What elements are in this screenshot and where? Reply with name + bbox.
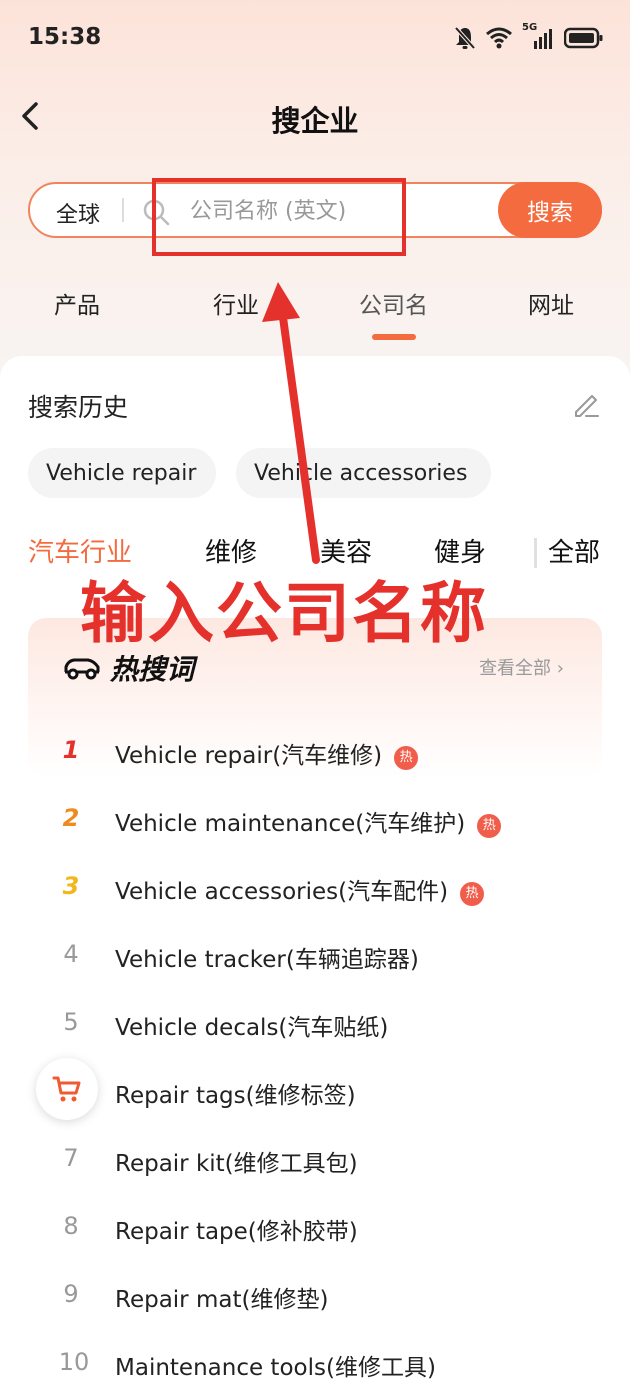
wifi-icon [486,27,512,49]
rank-number: 1 [62,736,80,764]
view-all-link[interactable]: 查看全部 › [479,654,564,680]
floating-cart-button[interactable] [36,1058,98,1120]
rank-number: 9 [63,1280,79,1308]
shopping-cart-icon [52,1076,81,1102]
hot-term: Vehicle tracker(车辆追踪器) [115,947,419,973]
hot-term: Repair tape(修补胶带) [115,1219,358,1245]
search-history-title: 搜索历史 [28,393,129,422]
chevron-right-icon: › [556,658,564,679]
page-title: 搜企业 [271,104,359,138]
mute-bell-icon [454,26,476,50]
clear-history-button[interactable] [570,388,602,424]
hot-term: Repair mat(维修垫) [115,1287,329,1313]
hot-badge: 热 [394,746,419,770]
tab-company-name[interactable]: 公司名 [359,286,428,320]
pencil-icon [575,395,599,417]
rank-number: 7 [63,1144,79,1172]
hot-term: Vehicle decals(汽车贴纸) [115,1015,389,1041]
rank-number: 3 [62,872,80,900]
tab-website[interactable]: 网址 [528,286,574,320]
rank-number: 8 [63,1212,79,1240]
rank-number: 4 [63,940,79,968]
status-icons: 5G [454,22,604,50]
category-divider [534,538,537,568]
hot-term: Repair tags(维修标签) [115,1083,356,1109]
category-all[interactable]: 全部 [548,532,600,569]
cell-signal-icon [534,29,552,49]
tab-product[interactable]: 产品 [54,286,100,320]
hot-term: Vehicle repair(汽车维修) 热 [115,736,419,770]
annotation-highlight-box [152,178,406,256]
annotation-text: 输入公司名称 [80,575,488,652]
history-chip[interactable]: Vehicle accessories [236,448,491,498]
search-scope-selector[interactable]: 全球 [56,197,100,229]
hot-list-item[interactable]: 1 Vehicle repair(汽车维修) 热 [0,728,630,784]
hot-term: Repair kit(维修工具包) [115,1151,358,1177]
hot-badge: 热 [477,814,502,838]
status-time: 15:38 [28,24,102,50]
hot-list-item[interactable]: 2 Vehicle maintenance(汽车维护) 热 [0,796,630,852]
signal-indicator: 5G [522,22,554,50]
navigation-bar: 搜企业 [0,88,630,148]
hot-term: Vehicle accessories(汽车配件) 热 [115,872,485,906]
hot-list-item[interactable]: 7 Repair kit(维修工具包) [0,1136,630,1192]
hot-term: Maintenance tools(维修工具) [115,1355,436,1381]
search-type-tabs: 产品 行业 公司名 网址 [0,286,630,346]
hot-badge: 热 [460,882,485,906]
scope-divider [122,198,124,222]
search-button[interactable]: 搜索 [498,182,602,238]
tab-industry[interactable]: 行业 [213,286,259,320]
battery-icon [564,27,603,49]
hot-list-item[interactable]: 8 Repair tape(修补胶带) [0,1204,630,1260]
hot-list-item[interactable]: 5 Vehicle decals(汽车贴纸) [0,1000,630,1056]
hot-term: Vehicle maintenance(汽车维护) 热 [115,804,502,838]
history-chip[interactable]: Vehicle repair [28,448,216,498]
hot-list-item[interactable]: 4 Vehicle tracker(车辆追踪器) [0,932,630,988]
active-tab-indicator [372,334,416,340]
car-icon [64,658,100,680]
rank-number: 2 [62,804,80,832]
view-all-label: 查看全部 [479,658,552,679]
hot-list-item[interactable]: 10 Maintenance tools(维修工具) [0,1340,630,1396]
rank-number: 5 [63,1008,79,1036]
hot-list-item[interactable]: 3 Vehicle accessories(汽车配件) 热 [0,864,630,920]
hot-list-item[interactable]: 9 Repair mat(维修垫) [0,1272,630,1328]
rank-number: 10 [58,1348,90,1376]
status-bar: 15:38 5G [0,0,630,80]
